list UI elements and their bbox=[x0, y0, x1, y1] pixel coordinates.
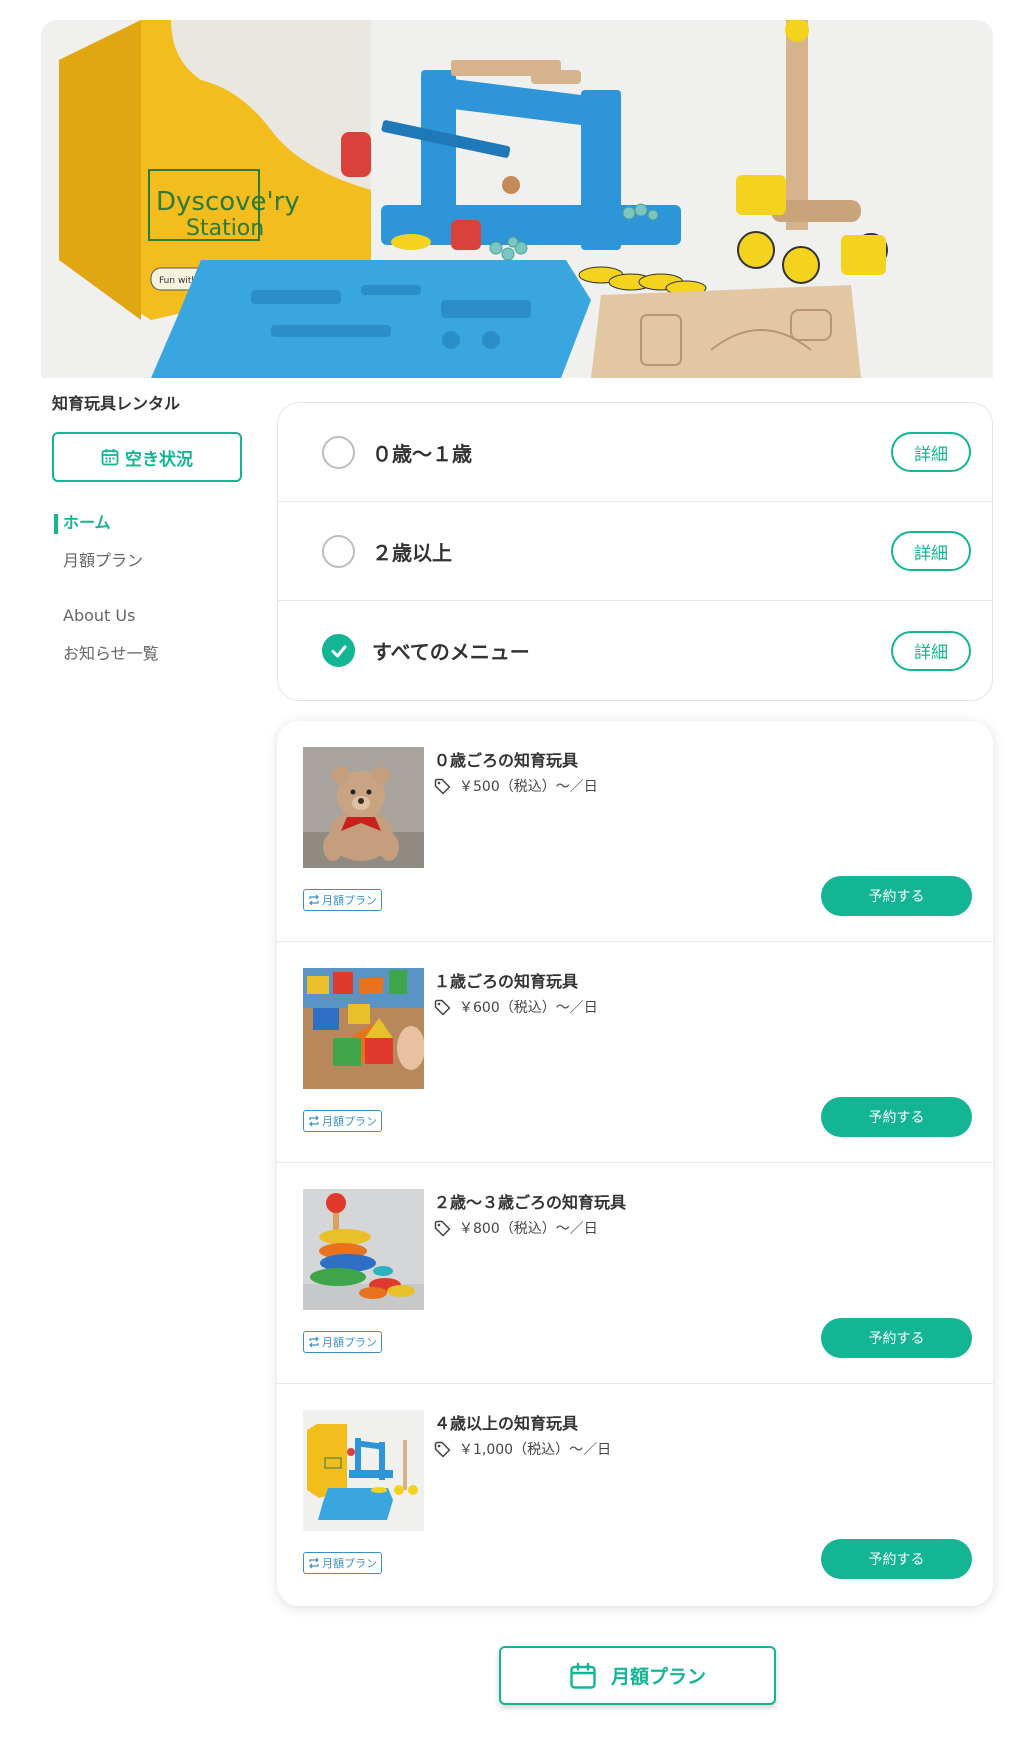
reserve-button[interactable]: 予約する bbox=[821, 876, 972, 916]
category-filter: ０歳〜１歳 詳細 ２歳以上 詳細 すべてのメニュー 詳細 bbox=[277, 402, 993, 701]
detail-button[interactable]: 詳細 bbox=[891, 432, 971, 472]
repeat-icon bbox=[309, 894, 319, 906]
detail-button[interactable]: 詳細 bbox=[891, 531, 971, 571]
repeat-icon bbox=[309, 1557, 319, 1569]
box-logo-line2: Station bbox=[186, 216, 264, 241]
monthly-plan-label: 月額プラン bbox=[610, 1666, 706, 1688]
monthly-plan-badge: 月額プラン bbox=[303, 889, 382, 911]
calendar-icon bbox=[570, 1662, 596, 1689]
product-price: ￥1,000（税込）〜／日 bbox=[434, 1439, 611, 1459]
product-thumbnail-wooden-blocks[interactable] bbox=[303, 968, 424, 1089]
calendar-icon bbox=[101, 449, 119, 466]
reserve-button[interactable]: 予約する bbox=[821, 1539, 972, 1579]
product-thumbnail-stacking-rings[interactable] bbox=[303, 1189, 424, 1310]
filter-label: すべてのメニュー bbox=[372, 640, 530, 664]
product-name[interactable]: ４歳以上の知育玩具 bbox=[434, 1410, 578, 1434]
filter-option-0-1[interactable]: ０歳〜１歳 詳細 bbox=[278, 403, 992, 502]
filter-label: ０歳〜１歳 bbox=[372, 441, 472, 466]
monthly-plan-badge: 月額プラン bbox=[303, 1552, 382, 1574]
price-text: ￥500（税込）〜／日 bbox=[459, 779, 598, 795]
badge-label: 月額プラン bbox=[322, 1115, 377, 1128]
product-item: ２歳〜３歳ごろの知育玩具 ￥800（税込）〜／日 月額プラン 予約する bbox=[277, 1163, 993, 1384]
badge-label: 月額プラン bbox=[322, 894, 377, 907]
product-list: ０歳ごろの知育玩具 ￥500（税込）〜／日 月額プラン 予約する １歳ごろの知育… bbox=[277, 721, 993, 1606]
product-thumbnail-discovery-station-kit[interactable] bbox=[303, 1410, 424, 1531]
monthly-plan-badge: 月額プラン bbox=[303, 1110, 382, 1132]
reserve-button[interactable]: 予約する bbox=[821, 1097, 972, 1137]
nav-item-news[interactable]: お知らせ一覧 bbox=[52, 635, 262, 673]
price-text: ￥600（税込）〜／日 bbox=[459, 1000, 598, 1016]
nav-item-about-us[interactable]: About Us bbox=[52, 597, 262, 635]
detail-button[interactable]: 詳細 bbox=[891, 630, 971, 671]
availability-label: 空き状況 bbox=[125, 449, 193, 470]
product-name[interactable]: ０歳ごろの知育玩具 bbox=[434, 747, 578, 771]
product-name[interactable]: １歳ごろの知育玩具 bbox=[434, 968, 578, 992]
badge-label: 月額プラン bbox=[322, 1557, 377, 1570]
filter-label: ２歳以上 bbox=[372, 540, 452, 565]
radio-checked[interactable] bbox=[322, 634, 355, 667]
radio-unchecked[interactable] bbox=[322, 534, 355, 568]
price-tag-icon bbox=[434, 1441, 451, 1457]
filter-option-2-plus[interactable]: ２歳以上 詳細 bbox=[278, 502, 992, 601]
monthly-plan-button[interactable]: 月額プラン bbox=[499, 1646, 776, 1705]
sidebar: 知育玩具レンタル 空き状況 ホーム 月額プラン About Us お知らせ一覧 bbox=[52, 392, 262, 673]
price-text: ￥800（税込）〜／日 bbox=[459, 1221, 598, 1237]
checkmark-icon bbox=[331, 645, 346, 657]
nav-item-monthly-plan[interactable]: 月額プラン bbox=[52, 542, 262, 580]
repeat-icon bbox=[309, 1336, 319, 1348]
sidebar-nav: ホーム 月額プラン About Us お知らせ一覧 bbox=[52, 504, 262, 673]
reserve-button[interactable]: 予約する bbox=[821, 1318, 972, 1358]
radio-unchecked[interactable] bbox=[322, 435, 355, 469]
price-tag-icon bbox=[434, 999, 451, 1015]
product-price: ￥800（税込）〜／日 bbox=[434, 1218, 598, 1238]
box-logo-line1: Dyscove'ry bbox=[156, 187, 300, 217]
product-name[interactable]: ２歳〜３歳ごろの知育玩具 bbox=[434, 1189, 626, 1213]
product-item: １歳ごろの知育玩具 ￥600（税込）〜／日 月額プラン 予約する bbox=[277, 942, 993, 1163]
shop-name: 知育玩具レンタル bbox=[52, 394, 181, 413]
availability-button[interactable]: 空き状況 bbox=[52, 432, 242, 482]
product-price: ￥600（税込）〜／日 bbox=[434, 997, 598, 1017]
product-thumbnail-teddy-bear[interactable] bbox=[303, 747, 424, 868]
filter-option-all[interactable]: すべてのメニュー 詳細 bbox=[278, 601, 992, 700]
repeat-icon bbox=[309, 1115, 319, 1127]
product-item: ４歳以上の知育玩具 ￥1,000（税込）〜／日 月額プラン 予約する bbox=[277, 1384, 993, 1605]
price-tag-icon bbox=[434, 778, 451, 794]
nav-item-home[interactable]: ホーム bbox=[52, 504, 262, 542]
hero-image: Dyscove'ry Station Fun with Gravity (Gra… bbox=[41, 20, 993, 378]
product-price: ￥500（税込）〜／日 bbox=[434, 776, 598, 796]
price-text: ￥1,000（税込）〜／日 bbox=[459, 1442, 612, 1458]
price-tag-icon bbox=[434, 1220, 451, 1236]
monthly-plan-badge: 月額プラン bbox=[303, 1331, 382, 1353]
badge-label: 月額プラン bbox=[322, 1336, 377, 1349]
product-item: ０歳ごろの知育玩具 ￥500（税込）〜／日 月額プラン 予約する bbox=[277, 721, 993, 942]
